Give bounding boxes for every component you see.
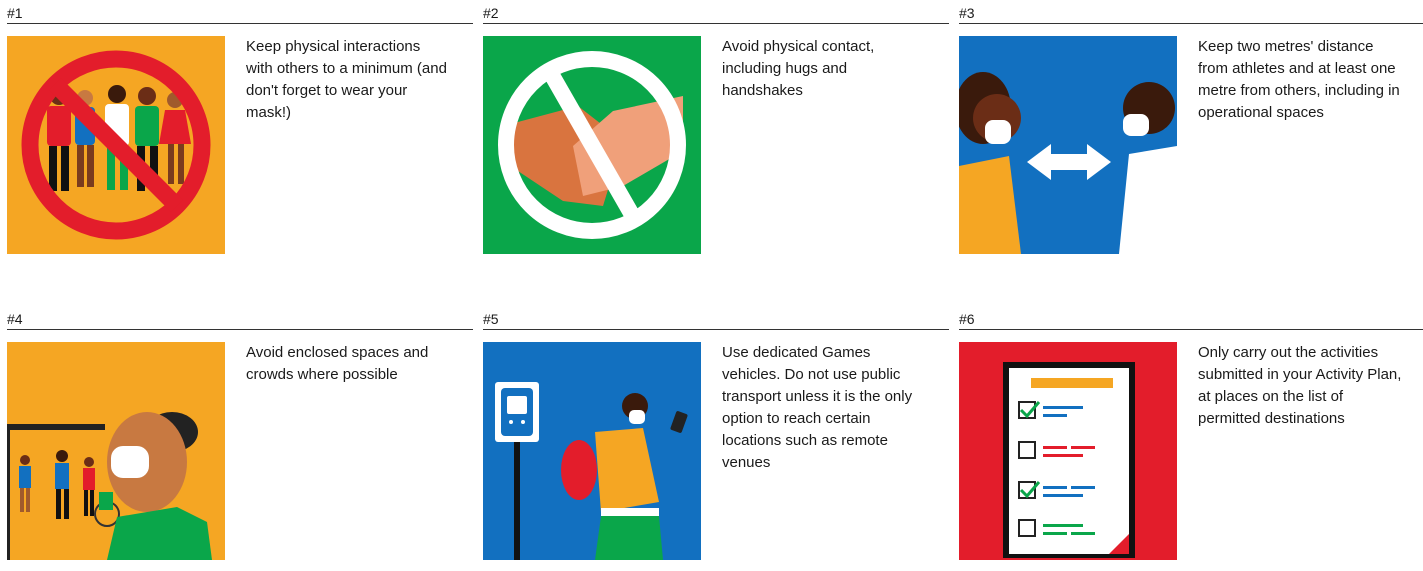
distance-illustration <box>959 36 1177 254</box>
guidelines-grid: #1 Keep physical interactions with other… <box>0 0 1423 571</box>
guideline-card-5: #5 Use dedicated Games vehicles. Do not … <box>483 306 949 560</box>
guideline-text: Avoid enclosed spaces and crowds where p… <box>246 344 429 383</box>
guideline-text: Use dedicated Games vehicles. Do not use… <box>722 344 913 471</box>
guideline-number: #5 <box>483 306 949 330</box>
guideline-number: #4 <box>7 306 473 330</box>
guideline-card-2: #2 Avoid physical contact, including hug… <box>483 0 949 254</box>
guideline-card-3: #3 Keep two metres' distance from athlet… <box>959 0 1423 254</box>
guideline-number: #3 <box>959 0 1423 24</box>
guideline-text: Avoid physical contact, including hugs a… <box>722 38 875 99</box>
guideline-text: Only carry out the activities submitted … <box>1198 344 1402 427</box>
guideline-text: Keep two metres' distance from athletes … <box>1198 38 1400 121</box>
guideline-number: #2 <box>483 0 949 24</box>
guideline-text: Keep physical interactions with others t… <box>246 38 447 121</box>
guideline-card-4: #4 Avoid enclosed spaces and crowds wher… <box>7 306 473 560</box>
guideline-number: #1 <box>7 0 473 24</box>
crowd-prohibited-illustration <box>7 36 225 254</box>
guideline-card-6: #6 Only carry out the activities submitt… <box>959 306 1423 560</box>
transport-illustration <box>483 342 701 560</box>
guideline-number: #6 <box>959 306 1423 330</box>
handshake-prohibited-illustration <box>483 36 701 254</box>
crowded-space-illustration <box>7 342 225 560</box>
activity-checklist-illustration <box>959 342 1177 560</box>
guideline-card-1: #1 Keep physical interactions with other… <box>7 0 473 254</box>
